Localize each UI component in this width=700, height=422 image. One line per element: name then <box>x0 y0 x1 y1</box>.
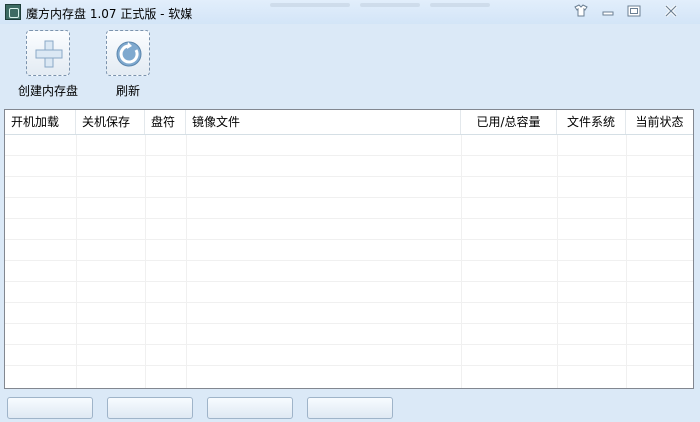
column-header-image-file[interactable]: 镜像文件 <box>186 110 461 134</box>
refresh-icon <box>106 30 150 76</box>
ramdisk-table[interactable]: 开机加载 关机保存 盘符 镜像文件 已用/总容量 文件系统 当前状态 <box>4 109 694 389</box>
row-divider <box>5 344 693 345</box>
column-divider <box>76 135 77 388</box>
column-divider <box>145 135 146 388</box>
table-header: 开机加载 关机保存 盘符 镜像文件 已用/总容量 文件系统 当前状态 <box>5 110 693 135</box>
row-divider <box>5 281 693 282</box>
row-divider <box>5 365 693 366</box>
column-divider <box>186 135 187 388</box>
row-divider <box>5 239 693 240</box>
column-header-status[interactable]: 当前状态 <box>626 110 693 134</box>
maximize-icon[interactable] <box>623 2 645 20</box>
action-button-1[interactable] <box>7 397 93 419</box>
action-button-2[interactable] <box>107 397 193 419</box>
row-divider <box>5 155 693 156</box>
action-button-4[interactable] <box>307 397 393 419</box>
row-divider <box>5 197 693 198</box>
refresh-button[interactable]: 刷新 <box>93 30 163 99</box>
column-divider <box>461 135 462 388</box>
title-bar[interactable]: 魔方内存盘 1.07 正式版 - 软媒 <box>0 0 700 24</box>
close-icon[interactable] <box>660 2 682 20</box>
column-header-drive-letter[interactable]: 盘符 <box>145 110 186 134</box>
row-divider <box>5 218 693 219</box>
app-icon <box>5 4 21 20</box>
column-header-save-on-shutdown[interactable]: 关机保存 <box>76 110 145 134</box>
minimize-icon[interactable] <box>598 2 618 20</box>
add-icon <box>26 30 70 76</box>
title-ghost-decor <box>430 3 490 7</box>
window-title: 魔方内存盘 1.07 正式版 - 软媒 <box>26 7 193 21</box>
title-ghost-decor <box>360 3 420 7</box>
column-divider <box>557 135 558 388</box>
bottom-button-bar <box>0 390 700 422</box>
create-ramdisk-button[interactable]: 创建内存盘 <box>13 30 83 99</box>
column-divider <box>626 135 627 388</box>
refresh-label: 刷新 <box>115 84 140 98</box>
table-body[interactable] <box>5 135 693 388</box>
row-divider <box>5 176 693 177</box>
title-ghost-decor <box>270 3 350 7</box>
column-header-used-total[interactable]: 已用/总容量 <box>461 110 557 134</box>
column-header-autoload[interactable]: 开机加载 <box>5 110 76 134</box>
row-divider <box>5 323 693 324</box>
column-header-filesystem[interactable]: 文件系统 <box>557 110 626 134</box>
action-button-3[interactable] <box>207 397 293 419</box>
row-divider <box>5 260 693 261</box>
row-divider <box>5 302 693 303</box>
create-ramdisk-label: 创建内存盘 <box>17 84 78 98</box>
skin-icon[interactable] <box>570 2 592 20</box>
